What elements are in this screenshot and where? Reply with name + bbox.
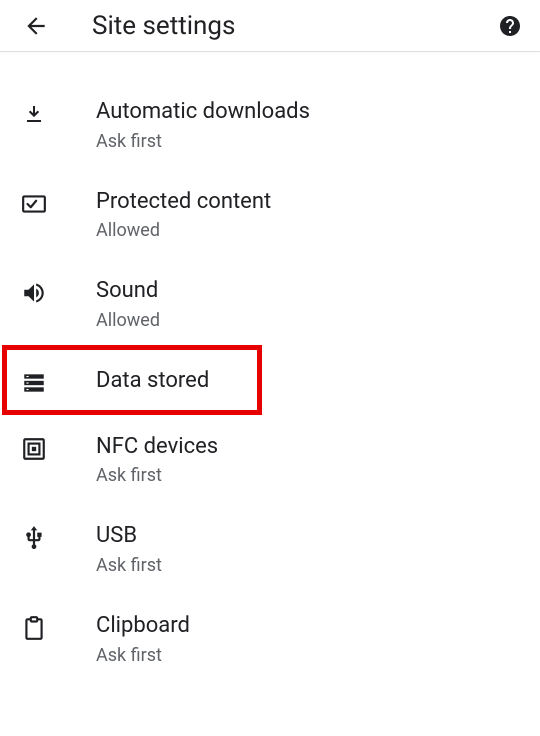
setting-data-stored[interactable]: Data stored (0, 349, 540, 415)
setting-label: Clipboard (96, 612, 190, 641)
back-button[interactable] (20, 10, 52, 42)
setting-label: Data stored (96, 367, 209, 396)
download-icon (20, 100, 48, 128)
setting-label: Protected content (96, 188, 271, 217)
setting-clipboard[interactable]: Clipboard Ask first (0, 594, 540, 684)
setting-sub: Allowed (96, 220, 271, 241)
setting-label: Automatic downloads (96, 98, 310, 127)
storage-icon (20, 369, 48, 397)
setting-sub: Ask first (96, 465, 218, 486)
page-title: Site settings (92, 11, 496, 41)
setting-nfc-devices[interactable]: NFC devices Ask first (0, 415, 540, 505)
help-button[interactable] (496, 12, 524, 40)
setting-sub: Ask first (96, 555, 162, 576)
usb-icon (20, 524, 48, 552)
header: Site settings (0, 0, 540, 52)
arrow-back-icon (23, 13, 49, 39)
setting-automatic-downloads[interactable]: Automatic downloads Ask first (0, 80, 540, 170)
protected-icon (20, 190, 48, 218)
setting-protected-content[interactable]: Protected content Allowed (0, 170, 540, 260)
setting-sub: Allowed (96, 310, 160, 331)
sound-icon (20, 279, 48, 307)
clipboard-icon (20, 614, 48, 642)
help-icon (498, 14, 522, 38)
setting-sound[interactable]: Sound Allowed (0, 259, 540, 349)
settings-list: Automatic downloads Ask first Protected … (0, 52, 540, 684)
setting-sub: Ask first (96, 645, 190, 666)
setting-usb[interactable]: USB Ask first (0, 504, 540, 594)
setting-sub: Ask first (96, 131, 310, 152)
setting-label: NFC devices (96, 433, 218, 462)
setting-label: Sound (96, 277, 160, 306)
nfc-icon (20, 435, 48, 463)
setting-label: USB (96, 522, 162, 551)
